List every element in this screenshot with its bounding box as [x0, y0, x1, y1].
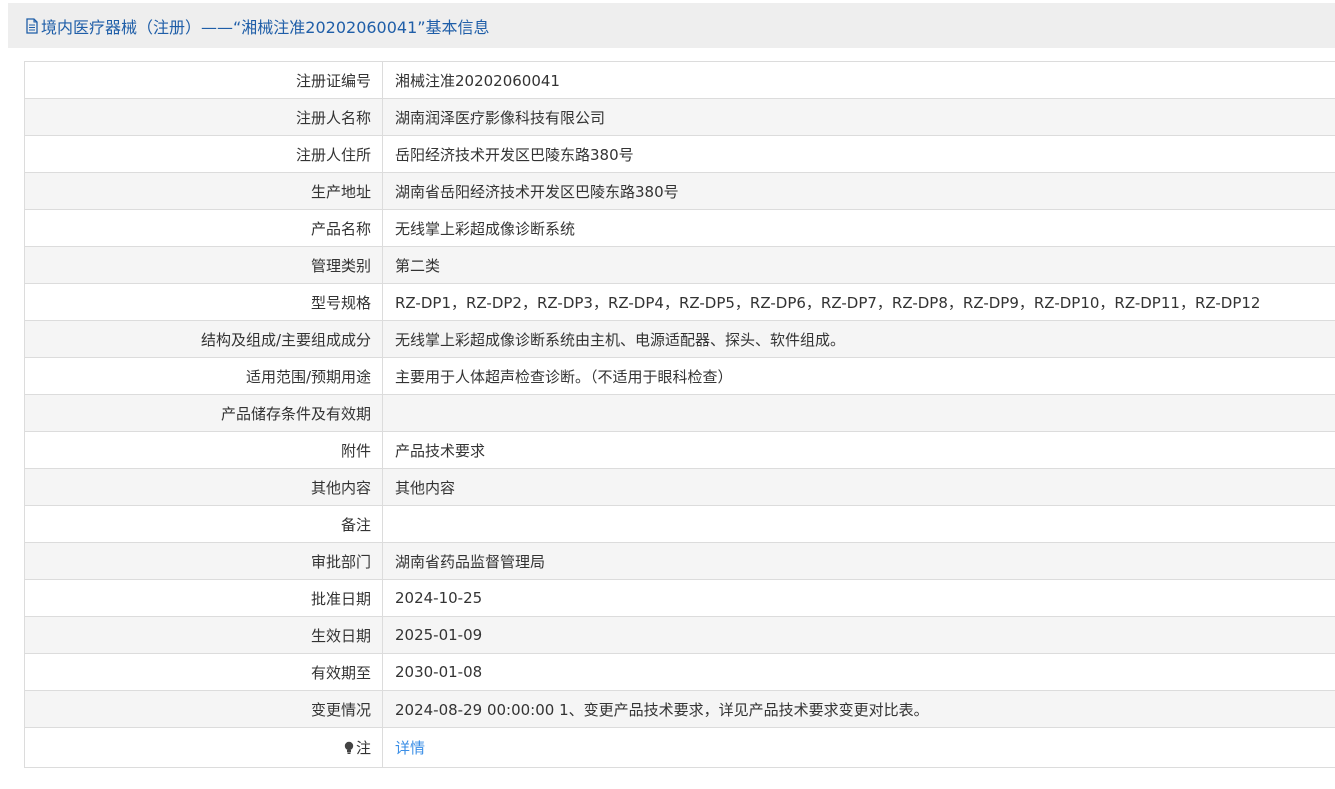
row-label: 注册证编号	[24, 61, 383, 99]
table-row: 管理类别 第二类	[24, 246, 1335, 284]
table-row: 适用范围/预期用途 主要用于人体超声检查诊断。（不适用于眼科检查）	[24, 357, 1335, 395]
row-value: 2030-01-08	[382, 653, 1335, 691]
row-label: 附件	[24, 431, 383, 469]
row-value: 主要用于人体超声检查诊断。（不适用于眼科检查）	[382, 357, 1335, 395]
row-label: 产品名称	[24, 209, 383, 247]
row-value	[382, 394, 1335, 432]
table-row: 备注	[24, 505, 1335, 543]
table-row: 审批部门 湖南省药品监督管理局	[24, 542, 1335, 580]
row-label: 生效日期	[24, 616, 383, 654]
row-label: 备注	[24, 505, 383, 543]
table-row: 附件 产品技术要求	[24, 431, 1335, 469]
page-title: 境内医疗器械（注册）——“湘械注准20202060041”基本信息	[41, 17, 490, 37]
page-header: 境内医疗器械（注册）——“湘械注准20202060041”基本信息	[8, 3, 1335, 48]
row-value: 2024-10-25	[382, 579, 1335, 617]
table-row: 变更情况 2024-08-29 00:00:00 1、变更产品技术要求，详见产品技…	[24, 690, 1335, 728]
table-row: 生产地址 湖南省岳阳经济技术开发区巴陵东路380号	[24, 172, 1335, 210]
table-row: 其他内容 其他内容	[24, 468, 1335, 506]
table-row: 注册人住所 岳阳经济技术开发区巴陵东路380号	[24, 135, 1335, 173]
row-label: 其他内容	[24, 468, 383, 506]
row-value: 湖南省岳阳经济技术开发区巴陵东路380号	[382, 172, 1335, 210]
table-row: 批准日期 2024-10-25	[24, 579, 1335, 617]
row-value: 无线掌上彩超成像诊断系统由主机、电源适配器、探头、软件组成。	[382, 320, 1335, 358]
row-label: 生产地址	[24, 172, 383, 210]
row-label: 型号规格	[24, 283, 383, 321]
table-row: 注册人名称 湖南润泽医疗影像科技有限公司	[24, 98, 1335, 136]
table-row: 产品储存条件及有效期	[24, 394, 1335, 432]
row-label: 适用范围/预期用途	[24, 357, 383, 395]
row-value: 产品技术要求	[382, 431, 1335, 469]
row-value: 无线掌上彩超成像诊断系统	[382, 209, 1335, 247]
row-value: 湖南省药品监督管理局	[382, 542, 1335, 580]
row-value: 其他内容	[382, 468, 1335, 506]
document-icon	[26, 17, 38, 34]
row-value: 第二类	[382, 246, 1335, 284]
row-value: RZ-DP1，RZ-DP2，RZ-DP3，RZ-DP4，RZ-DP5，RZ-DP…	[382, 283, 1335, 321]
row-value: 岳阳经济技术开发区巴陵东路380号	[382, 135, 1335, 173]
row-label: 批准日期	[24, 579, 383, 617]
row-label: 结构及组成/主要组成成分	[24, 320, 383, 358]
row-value	[382, 505, 1335, 543]
row-label: 有效期至	[24, 653, 383, 691]
row-label: 审批部门	[24, 542, 383, 580]
table-row: 产品名称 无线掌上彩超成像诊断系统	[24, 209, 1335, 247]
table-row-note: 注 详情	[24, 727, 1335, 768]
row-label: 变更情况	[24, 690, 383, 728]
row-value: 2024-08-29 00:00:00 1、变更产品技术要求，详见产品技术要求变…	[382, 690, 1335, 728]
row-label: 注册人名称	[24, 98, 383, 136]
row-value: 湖南润泽医疗影像科技有限公司	[382, 98, 1335, 136]
row-value: 详情	[382, 727, 1335, 768]
row-value: 湘械注准20202060041	[382, 61, 1335, 99]
page: 境内医疗器械（注册）——“湘械注准20202060041”基本信息 注册证编号湘…	[0, 0, 1335, 789]
details-link[interactable]: 详情	[395, 739, 425, 757]
info-table: 注册证编号 湘械注准20202060041 注册人名称 湖南润泽医疗影像科技有限公司注…	[24, 61, 1335, 768]
row-label: 管理类别	[24, 246, 383, 284]
table-row: 注册证编号 湘械注准20202060041	[24, 61, 1335, 99]
row-label: 产品储存条件及有效期	[24, 394, 383, 432]
table-row: 结构及组成/主要组成成分 无线掌上彩超成像诊断系统由主机、电源适配器、探头、软件组…	[24, 320, 1335, 358]
table-row: 有效期至 2030-01-08	[24, 653, 1335, 691]
table-row: 生效日期 2025-01-09	[24, 616, 1335, 654]
info-table-body: 注册证编号 湘械注准20202060041 注册人名称 湖南润泽医疗影像科技有限公司注…	[24, 61, 1335, 768]
table-row: 型号规格 RZ-DP1，RZ-DP2，RZ-DP3，RZ-DP4，RZ-DP5，R…	[24, 283, 1335, 321]
row-label: 注	[24, 727, 383, 768]
lightbulb-icon	[344, 741, 354, 754]
row-label: 注册人住所	[24, 135, 383, 173]
row-value: 2025-01-09	[382, 616, 1335, 654]
note-label: 注	[355, 739, 371, 757]
